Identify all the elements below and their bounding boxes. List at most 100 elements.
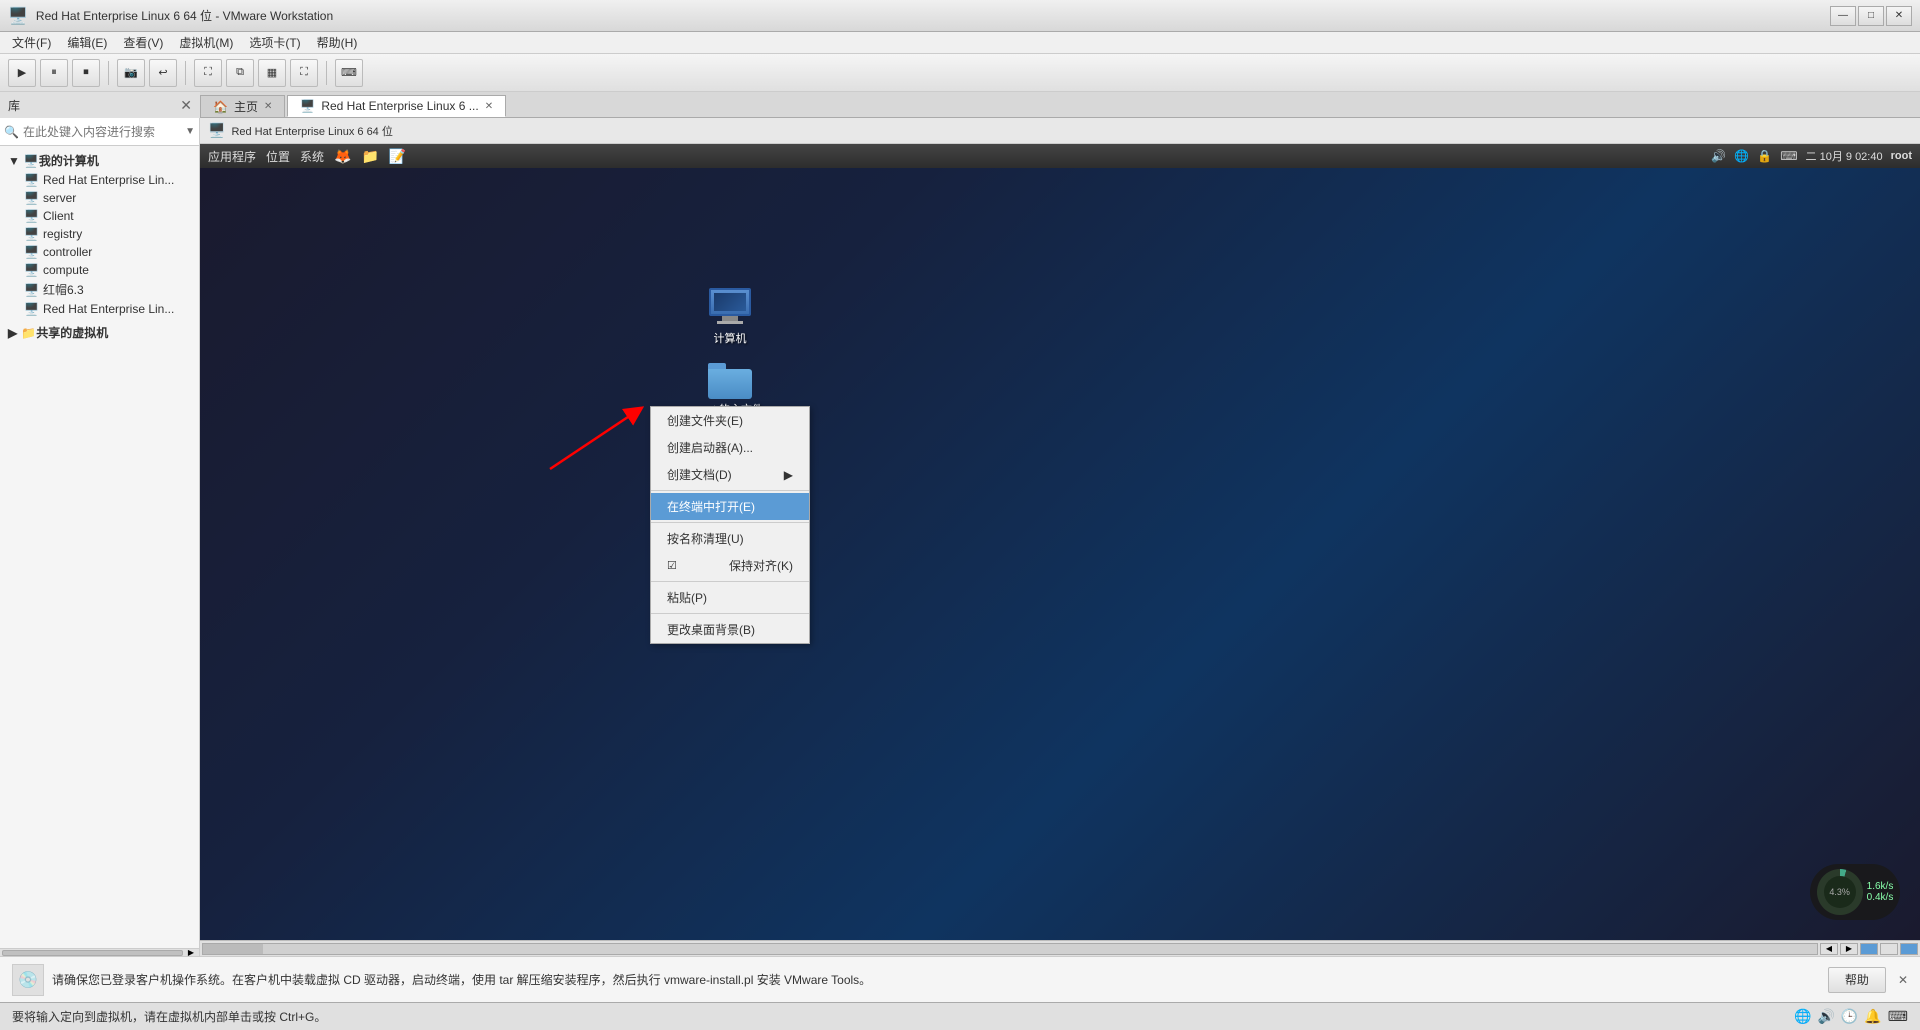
folder-icon[interactable]: 📁 <box>361 148 378 165</box>
ctx-separator-2 <box>651 522 809 523</box>
tree-item-rhel2[interactable]: 🖥️ Red Hat Enterprise Lin... <box>0 300 199 318</box>
sidebar-scrollbar[interactable]: ▶ <box>0 948 199 956</box>
tray-network-icon[interactable]: 🌐 <box>1794 1008 1811 1025</box>
ctx-change-bg[interactable]: 更改桌面背景(B) <box>651 616 809 643</box>
send-ctrl-alt-del[interactable]: ⌨ <box>335 59 363 87</box>
sidebar-close-button[interactable]: ✕ <box>180 97 192 114</box>
ctx-create-doc[interactable]: 创建文档(D) ▶ <box>651 461 809 488</box>
tree-item-compute[interactable]: 🖥️ compute <box>0 261 199 279</box>
ctx-create-folder[interactable]: 创建文件夹(E) <box>651 407 809 434</box>
panel-network-icon[interactable]: 🌐 <box>1734 149 1749 163</box>
tab-home[interactable]: 🏠 主页 ✕ <box>200 95 285 117</box>
context-menu: 创建文件夹(E) 创建启动器(A)... 创建文档(D) ▶ 在终端中打开(E)… <box>650 406 810 644</box>
ctx-separator-3 <box>651 581 809 582</box>
statusbar: 💿 请确保您已登录客户机操作系统。在客户机中装载虚拟 CD 驱动器，启动终端，使… <box>0 956 1920 1002</box>
desktop-icon-computer[interactable]: 计算机 <box>690 284 770 350</box>
ctx-open-terminal[interactable]: 在终端中打开(E) <box>651 493 809 520</box>
menu-tab[interactable]: 选项卡(T) <box>241 32 308 53</box>
snapshot-button[interactable]: 📷 <box>117 59 145 87</box>
scroll-page-btn-1[interactable] <box>1860 943 1878 955</box>
menu-vm[interactable]: 虚拟机(M) <box>171 32 241 53</box>
tree-item-redhat63[interactable]: 🖥️ 红帽6.3 <box>0 279 199 300</box>
menu-file[interactable]: 文件(F) <box>4 32 59 53</box>
panel-security-icon[interactable]: 🔒 <box>1757 149 1772 163</box>
tray-notification-icon[interactable]: 🔔 <box>1864 1008 1881 1025</box>
panel-places[interactable]: 位置 <box>266 148 290 165</box>
bottom-bar: 要将输入定向到虚拟机，请在虚拟机内部单击或按 Ctrl+G。 🌐 🔊 🕒 🔔 ⌨ <box>0 1002 1920 1030</box>
panel-user: root <box>1891 150 1912 162</box>
linux-top-panel: 应用程序 位置 系统 🦊 📁 📝 🔊 🌐 🔒 ⌨ 二 10月 9 02:40 r… <box>200 144 1920 168</box>
vm-horizontal-scrollbar[interactable]: ◀ ▶ <box>200 940 1920 956</box>
sidebar-scroll-right[interactable]: ▶ <box>185 947 197 959</box>
panel-sound-icon[interactable]: 🔊 <box>1711 149 1726 163</box>
ctx-paste[interactable]: 粘贴(P) <box>651 584 809 611</box>
vm-tree: ▼ 🖥️ 我的计算机 🖥️ Red Hat Enterprise Lin... … <box>0 146 199 948</box>
tree-item-mypc[interactable]: ▼ 🖥️ 我的计算机 <box>0 150 199 171</box>
tree-item-client[interactable]: 🖥️ Client <box>0 207 199 225</box>
close-button[interactable]: ✕ <box>1886 6 1912 26</box>
minimize-button[interactable]: — <box>1830 6 1856 26</box>
panel-input-icon[interactable]: ⌨ <box>1780 149 1797 163</box>
menu-help[interactable]: 帮助(H) <box>309 32 366 53</box>
tree-item-shared[interactable]: ▶ 📁 共享的虚拟机 <box>0 322 199 343</box>
tree-item-registry[interactable]: 🖥️ registry <box>0 225 199 243</box>
tab-vm-close[interactable]: ✕ <box>485 101 493 112</box>
multimon-button[interactable]: ▦ <box>258 59 286 87</box>
tab-vm-icon: 🖥️ <box>300 99 315 113</box>
search-dropdown-icon[interactable]: ▼ <box>185 126 195 137</box>
help-button[interactable]: 帮助 <box>1828 967 1886 993</box>
scroll-page-btn-2[interactable] <box>1880 943 1898 955</box>
panel-system[interactable]: 系统 <box>300 148 324 165</box>
linux-desktop[interactable]: 应用程序 位置 系统 🦊 📁 📝 🔊 🌐 🔒 ⌨ 二 10月 9 02:40 r… <box>200 144 1920 940</box>
statusbar-close-btn[interactable]: ✕ <box>1898 973 1908 987</box>
tray-keyboard-icon[interactable]: ⌨ <box>1888 1008 1908 1025</box>
menu-view[interactable]: 查看(V) <box>115 32 171 53</box>
system-tray: 🌐 🔊 🕒 🔔 ⌨ <box>1794 1008 1908 1025</box>
ctx-separator-4 <box>651 613 809 614</box>
text-icon[interactable]: 📝 <box>389 148 406 165</box>
ctx-create-launcher[interactable]: 创建启动器(A)... <box>651 434 809 461</box>
toolbar-separator-3 <box>326 61 327 85</box>
vm-screen[interactable]: 🖥️ Red Hat Enterprise Linux 6 64 位 应用程序 … <box>200 118 1920 956</box>
tab-vm-label: Red Hat Enterprise Linux 6 ... <box>321 99 478 113</box>
scroll-left-btn[interactable]: ◀ <box>1820 943 1838 955</box>
tab-vm[interactable]: 🖥️ Red Hat Enterprise Linux 6 ... ✕ <box>287 95 506 117</box>
power-on-button[interactable]: ▶ <box>8 59 36 87</box>
computer-icon-label: 计算机 <box>714 330 747 346</box>
tree-vm-icon-7: 🖥️ <box>24 302 39 316</box>
tree-shared-expand-icon: ▶ <box>8 326 17 340</box>
toolbar-separator-1 <box>108 61 109 85</box>
scrollbar-thumb[interactable] <box>203 944 263 954</box>
scroll-page-btn-3[interactable] <box>1900 943 1918 955</box>
tray-time-icon[interactable]: 🕒 <box>1841 1008 1858 1025</box>
scrollbar-buttons: ◀ ▶ <box>1820 943 1918 955</box>
tab-home-close[interactable]: ✕ <box>264 101 272 112</box>
search-input[interactable] <box>23 125 185 139</box>
ctx-keep-align[interactable]: ☑ 保持对齐(K) <box>651 552 809 579</box>
tree-item-rhel1[interactable]: 🖥️ Red Hat Enterprise Lin... <box>0 171 199 189</box>
tray-audio-icon[interactable]: 🔊 <box>1817 1008 1834 1025</box>
panel-apps[interactable]: 应用程序 <box>208 148 256 165</box>
scrollbar-track[interactable] <box>202 943 1818 955</box>
stretch-button[interactable]: ⛶ <box>290 59 318 87</box>
ctx-clean-by-name[interactable]: 按名称清理(U) <box>651 525 809 552</box>
desktop-background <box>200 144 1920 940</box>
install-icon-img: 💿 <box>18 970 38 990</box>
revert-button[interactable]: ↩ <box>149 59 177 87</box>
sidebar: 🔍 ▼ ▼ 🖥️ 我的计算机 🖥️ Red Hat Enterprise Lin… <box>0 118 200 956</box>
tabbar: 🏠 主页 ✕ 🖥️ Red Hat Enterprise Linux 6 ...… <box>200 92 1920 118</box>
tree-item-server[interactable]: 🖥️ server <box>0 189 199 207</box>
stop-button[interactable]: ⏹ <box>72 59 100 87</box>
suspend-button[interactable]: ⏸ <box>40 59 68 87</box>
maximize-button[interactable]: □ <box>1858 6 1884 26</box>
fullscreen-button[interactable]: ⛶ <box>194 59 222 87</box>
install-icon: 💿 <box>12 964 44 996</box>
firefox-icon[interactable]: 🦊 <box>334 148 351 165</box>
scroll-right-btn[interactable]: ▶ <box>1840 943 1858 955</box>
menubar: 文件(F) 编辑(E) 查看(V) 虚拟机(M) 选项卡(T) 帮助(H) <box>0 32 1920 54</box>
tree-expand-icon: ▼ <box>8 154 20 168</box>
search-icon: 🔍 <box>4 125 19 139</box>
tree-item-controller[interactable]: 🖥️ controller <box>0 243 199 261</box>
unity-button[interactable]: ⧉ <box>226 59 254 87</box>
menu-edit[interactable]: 编辑(E) <box>59 32 115 53</box>
